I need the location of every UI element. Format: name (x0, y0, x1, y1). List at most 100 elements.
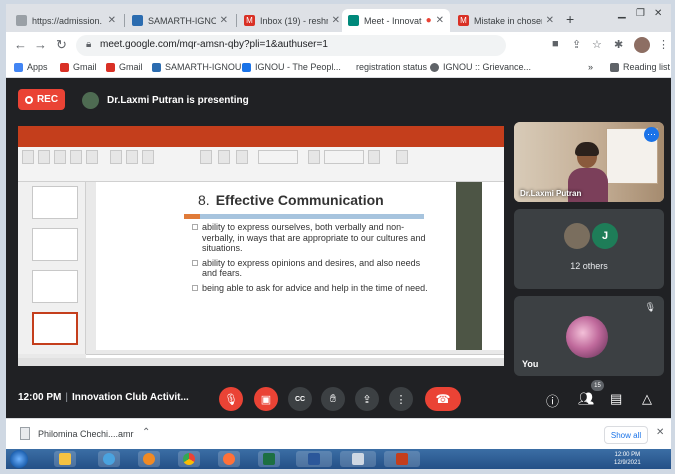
bookmark-gmail[interactable]: Gmail (60, 62, 97, 72)
recording-badge: REC (18, 89, 65, 110)
bullet-marker-icon (192, 259, 198, 266)
forward-icon[interactable]: → (34, 37, 47, 52)
taskbar-window[interactable] (340, 451, 376, 467)
close-tab-icon[interactable]: ✕ (220, 15, 228, 26)
firefox-icon[interactable] (218, 451, 240, 467)
powerpoint-window[interactable] (384, 451, 420, 467)
participant-count-badge: 15 (591, 380, 604, 391)
close-window-icon[interactable]: ✕ (654, 8, 662, 19)
participant-avatar (564, 223, 590, 249)
participant-tile-presenter[interactable]: ⋯ Dr.Laxmi Putran (514, 122, 664, 202)
bullet-marker-icon (192, 284, 198, 291)
word-window[interactable] (296, 451, 332, 467)
bookmark-samarth[interactable]: SAMARTH-IGNOU (152, 62, 241, 72)
chat-icon[interactable]: ▤ (610, 391, 622, 407)
chrome-icon[interactable] (178, 451, 200, 467)
chevron-right-icon[interactable]: » (588, 62, 593, 72)
file-explorer-icon[interactable] (54, 451, 76, 467)
meet-icon (348, 15, 359, 26)
back-icon[interactable]: ← (14, 37, 27, 52)
internet-explorer-icon[interactable] (98, 451, 120, 467)
slide-thumbnail-selected (32, 312, 78, 345)
browser-tab[interactable]: M Inbox (19) - reshma ✕ (238, 9, 346, 32)
bookmark-grievance[interactable]: IGNOU :: Grievance... (430, 62, 531, 72)
ignou-icon (242, 62, 251, 72)
meet-control-bar: 12:00 PM | Innovation Club Activit... 🎙︎ ▣… (6, 378, 671, 418)
slide-title: 8. Effective Communication (198, 192, 384, 208)
bookmark-ignou[interactable]: IGNOU - The Peopl... (242, 62, 341, 72)
bullet-item: ability to express ourselves, both verba… (192, 222, 432, 254)
accent-bar-blue (200, 214, 424, 219)
bookmark-star-icon[interactable]: ☆ (592, 38, 602, 51)
file-icon (20, 427, 30, 440)
globe-icon (16, 15, 27, 26)
slide-thumbnail (32, 270, 78, 303)
download-item[interactable]: Philomina Chechi....amr (20, 427, 134, 440)
share-icon[interactable]: ⇪ (572, 38, 581, 51)
browser-tab-active[interactable]: Meet - Innovat ● ✕ (342, 9, 450, 32)
shared-screen: 8. Effective Communication ability to exp… (18, 126, 504, 366)
globe-icon (430, 62, 439, 72)
reading-list-icon (610, 62, 619, 72)
media-player-icon[interactable] (138, 451, 160, 467)
powerpoint-ribbon (18, 147, 504, 182)
close-tab-icon[interactable]: ✕ (108, 15, 116, 26)
more-options-button[interactable]: ⋮ (389, 387, 413, 411)
people-icon[interactable]: 👥︎ (578, 391, 595, 407)
profile-avatar[interactable] (634, 37, 650, 53)
bookmarks-bar: Apps Gmail Gmail SAMARTH-IGNOU IGNOU - T… (6, 59, 671, 78)
activities-icon[interactable]: △ (642, 391, 652, 407)
slide-bullets: ability to express ourselves, both verba… (192, 222, 432, 297)
browser-tab[interactable]: SAMARTH-IGNOU ✕ (126, 9, 234, 32)
browser-tab[interactable]: M Mistake in chosen ✕ (452, 9, 560, 32)
close-tab-icon[interactable]: ✕ (332, 15, 340, 26)
minimize-icon[interactable]: ▁ (618, 8, 626, 19)
browser-toolbar: ← → ↻ 🔒︎ meet.google.com/mqr-amsn-qby?pl… (6, 32, 671, 59)
bullet-item: ability to express opinions and desires,… (192, 258, 432, 279)
browser-tab[interactable]: https://admission. ✕ (10, 9, 122, 32)
excel-icon[interactable] (258, 451, 280, 467)
meeting-details-icon[interactable]: ⓘ (546, 391, 559, 410)
accent-bar-orange (184, 214, 200, 219)
participant-tile-others[interactable]: J 12 others (514, 209, 664, 289)
downloads-bar: Philomina Chechi....amr ⌃ Show all ✕ (6, 418, 671, 449)
powerpoint-title-bar (18, 126, 504, 138)
end-call-button[interactable]: ☎︎ (425, 387, 461, 411)
presenter-avatar (82, 91, 99, 109)
bookmark-registration[interactable]: registration status (356, 62, 427, 72)
present-now-button[interactable]: ⇪ (355, 387, 379, 411)
close-tab-icon[interactable]: ✕ (546, 15, 554, 26)
participant-tile-self[interactable]: 🎙︎ You (514, 296, 664, 376)
reading-list[interactable]: Reading list (610, 62, 670, 72)
system-clock[interactable]: 12:00 PM 12/9/2021 (614, 451, 641, 467)
chevron-up-icon[interactable]: ⌃ (142, 427, 150, 438)
bullet-item: being able to ask for advice and help in… (192, 283, 432, 294)
new-tab-button[interactable]: + (566, 11, 574, 27)
address-bar[interactable]: 🔒︎ meet.google.com/mqr-amsn-qby?pli=1&au… (76, 35, 506, 56)
gmail-icon: M (458, 15, 469, 26)
gmail-icon (106, 62, 115, 72)
windows-taskbar: 12:00 PM 12/9/2021 (6, 449, 671, 469)
powerpoint-ribbon-tabs (18, 138, 504, 147)
gmail-icon: M (244, 15, 255, 26)
bookmark-apps[interactable]: Apps (14, 62, 48, 72)
camera-toggle-button[interactable]: ▣ (254, 387, 278, 411)
self-avatar (566, 316, 608, 358)
reload-icon[interactable]: ↻ (56, 37, 67, 53)
captions-button[interactable]: CC (288, 387, 312, 411)
meet-area: REC Dr.Laxmi Putran is presenting 8. Eff… (6, 78, 671, 418)
show-all-button[interactable]: Show all (604, 426, 648, 444)
more-options-icon[interactable]: ⋯ (644, 127, 659, 142)
bookmark-gmail[interactable]: Gmail (106, 62, 143, 72)
start-button[interactable] (10, 450, 28, 468)
close-tab-icon[interactable]: ✕ (436, 15, 444, 26)
meeting-info: 12:00 PM | Innovation Club Activit... (18, 392, 189, 403)
menu-icon[interactable]: ⋮ (658, 38, 669, 51)
camera-icon[interactable]: ■ (552, 38, 559, 50)
mic-toggle-button[interactable]: 🎙︎ (219, 387, 243, 411)
close-downloads-icon[interactable]: ✕ (656, 427, 664, 438)
gmail-icon (60, 62, 69, 72)
restore-icon[interactable]: ❐ (636, 8, 645, 19)
raise-hand-button[interactable]: ✋︎ (321, 387, 345, 411)
extensions-icon[interactable]: ✱ (614, 38, 623, 51)
